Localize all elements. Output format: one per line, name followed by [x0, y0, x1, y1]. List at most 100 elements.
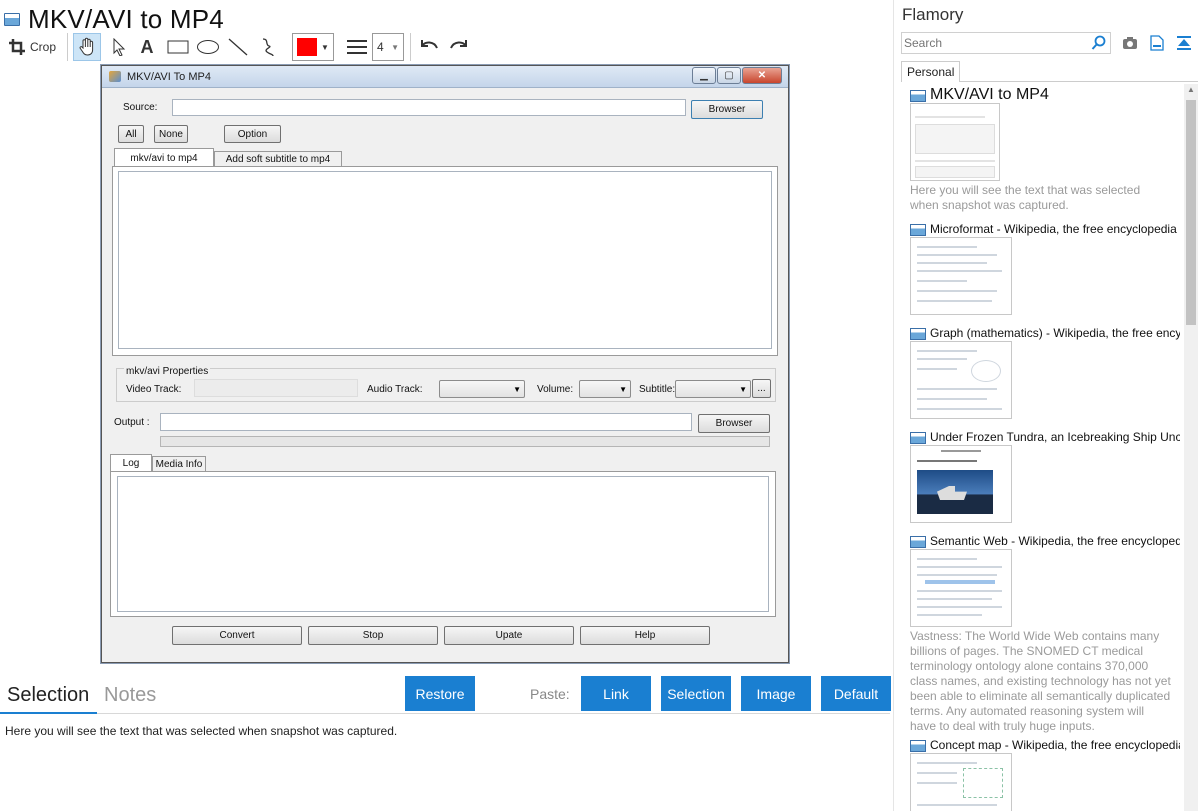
tab-add-subtitle: Add soft subtitle to mp4 — [214, 151, 342, 167]
tab-personal[interactable]: Personal — [901, 61, 960, 82]
title-bar: MKV/AVI to MP4 — [4, 4, 224, 34]
scroll-up-icon[interactable]: ▲ — [1187, 85, 1195, 94]
page-title: MKV/AVI to MP4 — [28, 3, 224, 34]
output-browser-button: Browser — [698, 414, 770, 433]
ellipse-icon — [197, 40, 219, 54]
entry-note: Here you will see the text that was sele… — [910, 183, 1141, 212]
undo-button[interactable] — [416, 33, 442, 61]
tab-media-info: Media Info — [152, 456, 206, 472]
video-track-label: Video Track: — [126, 384, 182, 395]
freehand-tool-button[interactable] — [254, 33, 282, 61]
tab-divider — [960, 81, 1198, 82]
output-field — [160, 413, 692, 431]
window-icon — [109, 71, 121, 82]
crop-icon — [8, 39, 25, 55]
camera-icon[interactable] — [1122, 36, 1138, 50]
hand-icon — [79, 37, 94, 56]
file-list — [118, 171, 772, 349]
pointer-tool-button[interactable] — [106, 33, 132, 61]
line-width-value: 4 — [377, 40, 384, 54]
tab-selection[interactable]: Selection — [0, 680, 97, 714]
log-area — [117, 476, 769, 612]
document-icon[interactable] — [1150, 35, 1164, 51]
tab-notes[interactable]: Notes — [98, 680, 168, 714]
entry-title: Semantic Web - Wikipedia, the free encyc… — [930, 534, 1180, 548]
paste-link-button[interactable]: Link — [581, 676, 651, 711]
redo-icon — [450, 40, 467, 49]
source-field — [172, 99, 686, 116]
entry-thumbnail — [910, 445, 1012, 523]
cursor-arrow-icon — [113, 38, 126, 56]
paste-selection-button[interactable]: Selection — [661, 676, 731, 711]
entry-thumbnail — [910, 341, 1012, 419]
sidebar-scrollbar[interactable]: ▲ — [1184, 84, 1198, 811]
captured-screenshot[interactable]: MKV/AVI To MP4 ▁ ▢ ✕ Source: Browser All… — [101, 65, 789, 663]
app-icon — [4, 12, 20, 26]
rectangle-icon — [167, 40, 189, 54]
page-icon — [910, 536, 926, 548]
close-icon: ✕ — [742, 67, 782, 84]
hand-tool-button[interactable] — [73, 33, 101, 61]
ellipse-tool-button[interactable] — [194, 33, 222, 61]
search-icon — [1091, 35, 1106, 50]
paste-label: Paste: — [530, 686, 570, 702]
text-tool-button[interactable]: A — [134, 33, 160, 61]
entry-note: Vastness: The World Wide Web contains ma… — [910, 629, 1171, 733]
restore-button[interactable]: Restore — [405, 676, 475, 711]
text-tool-icon: A — [140, 36, 154, 57]
search-input[interactable] — [904, 35, 1084, 51]
scrollbar-thumb[interactable] — [1186, 100, 1196, 325]
page-icon — [910, 328, 926, 340]
log-panel — [110, 471, 776, 617]
line-icon — [228, 38, 248, 56]
page-icon — [910, 224, 926, 236]
list-item[interactable]: Microformat - Wikipedia, the free encycl… — [894, 220, 1184, 320]
entry-thumbnail — [910, 103, 1000, 181]
sidebar-app-title: Flamory — [902, 5, 964, 24]
flamory-sidebar: Flamory Personal ▲ MKV/AVI to MP4 Here y… — [893, 0, 1198, 811]
rectangle-tool-button[interactable] — [164, 33, 192, 61]
selected-color-swatch — [297, 38, 318, 56]
subtitle-label: Subtitle: — [639, 384, 676, 395]
source-browser-button: Browser — [691, 100, 763, 119]
selection-text: Here you will see the text that was sele… — [5, 724, 398, 738]
list-item[interactable]: Concept map - Wikipedia, the free encycl… — [894, 736, 1184, 811]
redo-button[interactable] — [446, 33, 472, 61]
page-icon — [910, 740, 926, 752]
window-title: MKV/AVI To MP4 — [127, 71, 211, 83]
output-label: Output : — [114, 417, 150, 428]
minimize-icon: ▁ — [692, 67, 716, 84]
line-width-select[interactable]: 4 ▼ — [372, 33, 404, 61]
update-button: Upate — [444, 626, 574, 645]
list-item[interactable]: Under Frozen Tundra, an Icebreaking Ship… — [894, 428, 1184, 528]
search-box[interactable] — [901, 32, 1111, 54]
subtitle-select: ▼ — [675, 380, 751, 398]
entry-title: Microformat - Wikipedia, the free encycl… — [930, 222, 1177, 236]
undo-icon — [421, 40, 438, 49]
tab-panel — [112, 166, 778, 356]
volume-select: ▼ — [579, 380, 631, 398]
window-titlebar: MKV/AVI To MP4 ▁ ▢ ✕ — [102, 66, 788, 88]
collapse-top-icon[interactable] — [1176, 35, 1192, 51]
all-button: All — [118, 125, 144, 143]
color-picker[interactable]: ▼ — [292, 33, 334, 61]
tab-notes-label: Notes — [104, 684, 157, 706]
volume-label: Volume: — [537, 384, 574, 395]
entry-title: Concept map - Wikipedia, the free encycl… — [930, 738, 1180, 752]
line-tool-button[interactable] — [224, 33, 252, 61]
stop-button: Stop — [308, 626, 438, 645]
page-icon — [910, 432, 926, 444]
properties-label: mkv/avi Properties — [124, 366, 211, 377]
freehand-icon — [262, 38, 274, 57]
crop-button[interactable]: Crop — [4, 33, 60, 61]
list-item[interactable]: Semantic Web - Wikipedia, the free encyc… — [894, 532, 1184, 733]
paste-default-button[interactable]: Default — [821, 676, 891, 711]
crop-label: Crop — [29, 40, 56, 54]
maximize-icon: ▢ — [717, 67, 741, 84]
entry-title: Graph (mathematics) - Wikipedia, the fre… — [930, 326, 1180, 340]
tabs-underline — [97, 713, 890, 714]
list-item[interactable]: Graph (mathematics) - Wikipedia, the fre… — [894, 324, 1184, 424]
paste-image-button[interactable]: Image — [741, 676, 811, 711]
list-item[interactable]: MKV/AVI to MP4 Here you will see the tex… — [894, 86, 1184, 216]
option-button: Option — [224, 125, 281, 143]
